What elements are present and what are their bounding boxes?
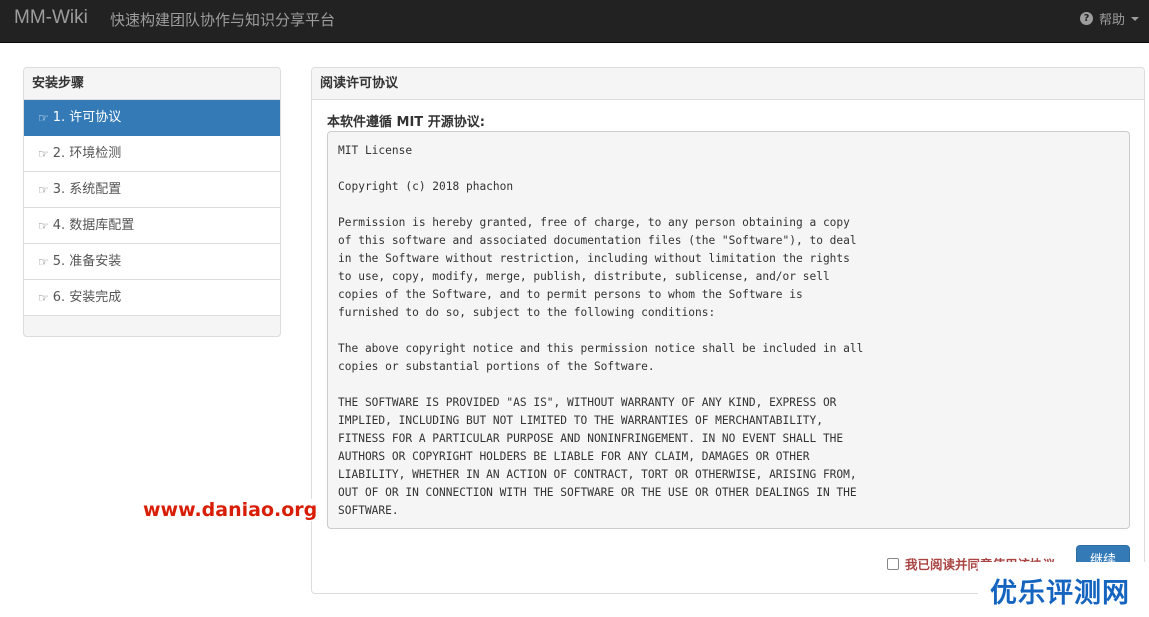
license-panel: 阅读许可协议 本软件遵循 MIT 开源协议: MIT License Copyr… [311,67,1145,594]
step-label: 4. 数据库配置 [52,217,135,233]
hand-point-right-icon: ☞ [38,254,49,269]
brand-logo[interactable]: MM-Wiki [14,7,88,29]
agree-checkbox[interactable] [887,557,899,570]
step-label: 1. 许可协议 [52,109,122,125]
top-navbar: MM-Wiki 快速构建团队协作与知识分享平台 ? 帮助 [0,0,1149,43]
step-label: 3. 系统配置 [52,181,122,197]
hand-point-right-icon: ☞ [38,218,49,233]
install-steps-title: 安装步骤 [24,68,280,100]
step-install-complete[interactable]: ☞ 6. 安装完成 [24,280,280,316]
step-license[interactable]: ☞ 1. 许可协议 [24,100,280,136]
install-steps-panel: 安装步骤 ☞ 1. 许可协议 ☞ 2. 环境检测 ☞ 3. 系统配置 ☞ 4. … [23,67,281,337]
hand-point-right-icon: ☞ [38,110,49,125]
help-label: 帮助 [1098,13,1125,28]
caret-down-icon [1131,16,1139,21]
brand-slogan: 快速构建团队协作与知识分享平台 [110,11,336,29]
hand-point-right-icon: ☞ [38,182,49,197]
step-prepare-install[interactable]: ☞ 5. 准备安装 [24,244,280,280]
hand-point-right-icon: ☞ [38,290,49,305]
help-menu[interactable]: ? 帮助 [1079,9,1139,28]
install-steps-list: ☞ 1. 许可协议 ☞ 2. 环境检测 ☞ 3. 系统配置 ☞ 4. 数据库配置… [24,100,280,316]
corner-logo-text: 优乐评测网 [990,578,1130,609]
license-panel-title: 阅读许可协议 [312,68,1144,100]
step-label: 5. 准备安装 [52,253,122,269]
hand-point-right-icon: ☞ [38,146,49,161]
license-textarea[interactable]: MIT License Copyright (c) 2018 phachon P… [327,131,1130,529]
corner-logo: 优乐评测网 [978,562,1149,617]
step-label: 2. 环境检测 [52,145,122,161]
question-circle-icon: ? [1079,12,1093,25]
step-system-config[interactable]: ☞ 3. 系统配置 [24,172,280,208]
step-database-config[interactable]: ☞ 4. 数据库配置 [24,208,280,244]
license-text: MIT License Copyright (c) 2018 phachon P… [338,144,864,517]
step-label: 6. 安装完成 [52,289,122,305]
step-environment-check[interactable]: ☞ 2. 环境检测 [24,136,280,172]
site-watermark: www.daniao.org [141,499,320,521]
license-heading: 本软件遵循 MIT 开源协议: [327,115,485,130]
